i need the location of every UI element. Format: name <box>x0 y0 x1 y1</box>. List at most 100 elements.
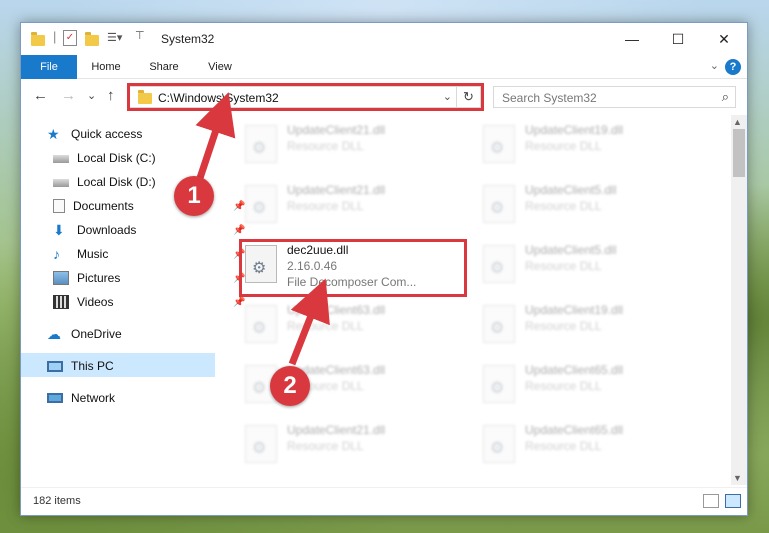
vertical-scrollbar[interactable]: ▲ ▼ <box>731 115 747 485</box>
file-item[interactable]: UpdateClient65.dll Resource DLL <box>479 361 699 413</box>
separator: | <box>53 29 57 44</box>
properties-icon[interactable]: ✓ <box>63 30 77 46</box>
drive-icon <box>53 155 69 163</box>
ribbon-expand-icon[interactable]: ⌄ <box>710 59 719 72</box>
pictures-icon <box>53 271 69 285</box>
forward-button[interactable]: → <box>61 87 76 104</box>
close-button[interactable]: ✕ <box>701 23 747 55</box>
sidebar-item-network[interactable]: Network <box>47 387 115 409</box>
sidebar-item-videos[interactable]: Videos 📌 <box>53 291 245 313</box>
sidebar-item-local-disk-d[interactable]: Local Disk (D:) <box>53 171 156 193</box>
file-list: UpdateClient21.dll Resource DLL UpdateCl… <box>221 115 731 485</box>
minimize-button[interactable]: — <box>609 23 655 55</box>
search-icon[interactable]: ⌕ <box>722 89 729 105</box>
sidebar-item-this-pc[interactable]: This PC <box>47 355 114 377</box>
sidebar-item-label: OneDrive <box>71 327 122 341</box>
sidebar-item-label: Documents <box>73 199 134 213</box>
file-description: Resource DLL <box>287 439 364 453</box>
tab-share[interactable]: Share <box>139 55 189 79</box>
pc-icon <box>47 360 63 372</box>
music-icon: ♪ <box>53 246 60 262</box>
search-input[interactable]: Search System32 ⌕ <box>493 86 736 108</box>
navigation-pane: ★ Quick access Local Disk (C:) Local Dis… <box>21 115 245 485</box>
scrollbar-thumb[interactable] <box>733 129 745 177</box>
navigation-bar: ← → ⌄ ↑ C:\Windows\System32 ⌄ ↻ Search S… <box>21 79 747 113</box>
sidebar-item-onedrive[interactable]: ☁ OneDrive <box>47 323 122 345</box>
file-description: Resource DLL <box>287 199 364 213</box>
sidebar-item-label: Pictures <box>77 271 121 285</box>
large-icons-view-icon[interactable] <box>725 494 741 508</box>
file-name: UpdateClient21.dll <box>287 123 386 137</box>
new-folder-icon[interactable] <box>85 32 99 46</box>
customize-quick-access-icon[interactable]: ☰▾ <box>107 31 122 44</box>
file-item[interactable]: UpdateClient5.dll Resource DLL <box>479 241 699 293</box>
sidebar-item-label: Quick access <box>71 127 143 141</box>
dll-file-icon <box>483 185 515 223</box>
file-name: UpdateClient5.dll <box>525 243 617 257</box>
dll-file-icon <box>483 425 515 463</box>
file-name: UpdateClient21.dll <box>287 183 386 197</box>
scroll-down-icon[interactable]: ▼ <box>733 473 742 483</box>
item-count: 182 items <box>33 495 81 507</box>
file-item[interactable]: UpdateClient21.dll Resource DLL <box>241 181 461 233</box>
address-highlight-box <box>127 83 484 111</box>
sidebar-item-label: This PC <box>71 359 114 373</box>
sidebar-item-label: Downloads <box>77 223 137 237</box>
file-item[interactable]: UpdateClient19.dll Resource DLL <box>479 121 699 173</box>
dll-file-icon <box>245 125 277 163</box>
tab-file[interactable]: File <box>21 55 77 79</box>
callout-1: 1 <box>174 176 214 216</box>
file-name: UpdateClient19.dll <box>525 123 624 137</box>
network-icon <box>47 393 63 403</box>
dll-file-icon <box>483 305 515 343</box>
sidebar-item-label: Music <box>77 247 109 261</box>
sidebar-item-local-disk-c[interactable]: Local Disk (C:) <box>53 147 156 169</box>
dll-file-icon <box>483 125 515 163</box>
file-description: Resource DLL <box>525 379 602 393</box>
videos-icon <box>53 295 69 309</box>
ribbon-tabs: File Home Share View ⌄ ? <box>21 55 747 79</box>
file-description: Resource DLL <box>287 319 364 333</box>
star-icon: ★ <box>47 126 60 142</box>
file-name: UpdateClient65.dll <box>525 363 624 377</box>
file-item[interactable]: UpdateClient65.dll Resource DLL <box>479 421 699 473</box>
details-view-icon[interactable] <box>703 494 719 508</box>
file-item[interactable]: UpdateClient19.dll Resource DLL <box>479 301 699 353</box>
sidebar-item-label: Local Disk (D:) <box>77 175 156 189</box>
tab-view[interactable]: View <box>195 55 245 79</box>
file-item[interactable]: UpdateClient21.dll Resource DLL <box>241 121 461 173</box>
tab-home[interactable]: Home <box>81 55 131 79</box>
cloud-icon: ☁ <box>47 326 61 342</box>
help-icon[interactable]: ? <box>725 59 741 75</box>
maximize-button[interactable]: ☐ <box>655 23 701 55</box>
title-bar: | ✓ ☰▾ ⊤ System32 — ☐ ✕ <box>21 23 747 55</box>
dll-file-icon <box>245 305 277 343</box>
callout-2: 2 <box>270 366 310 406</box>
file-description: Resource DLL <box>525 439 602 453</box>
qa-dropdown-icon[interactable]: ⊤ <box>135 29 145 42</box>
documents-icon <box>53 199 65 213</box>
file-description: Resource DLL <box>525 199 602 213</box>
folder-icon <box>31 32 45 46</box>
up-button[interactable]: ↑ <box>107 87 115 104</box>
scroll-up-icon[interactable]: ▲ <box>733 117 742 127</box>
file-item[interactable]: UpdateClient5.dll Resource DLL <box>479 181 699 233</box>
status-bar: 182 items <box>21 487 747 515</box>
downloads-icon: ⬇ <box>53 222 65 238</box>
sidebar-item-quick-access[interactable]: ★ Quick access <box>47 123 142 145</box>
window-title: System32 <box>161 32 215 46</box>
sidebar-item-pictures[interactable]: Pictures 📌 <box>53 267 245 289</box>
sidebar-item-documents[interactable]: Documents 📌 <box>53 195 245 217</box>
file-name: UpdateClient19.dll <box>525 303 624 317</box>
file-description: Resource DLL <box>525 139 602 153</box>
file-name: UpdateClient65.dll <box>525 423 624 437</box>
file-item[interactable]: UpdateClient21.dll Resource DLL <box>241 421 461 473</box>
sidebar-item-music[interactable]: ♪ Music 📌 <box>53 243 245 265</box>
back-button[interactable]: ← <box>33 87 48 104</box>
recent-locations-button[interactable]: ⌄ <box>87 89 96 102</box>
file-item[interactable]: UpdateClient63.dll Resource DLL <box>241 301 461 353</box>
sidebar-item-downloads[interactable]: ⬇ Downloads 📌 <box>53 219 245 241</box>
dll-file-icon <box>483 365 515 403</box>
dll-file-icon <box>245 185 277 223</box>
file-name: UpdateClient63.dll <box>287 303 386 317</box>
